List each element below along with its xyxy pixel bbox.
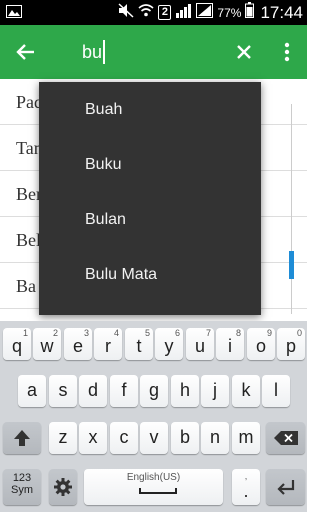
key-x[interactable]: x: [79, 422, 107, 454]
key-u[interactable]: 7u: [186, 328, 214, 360]
key-i[interactable]: 8i: [216, 328, 244, 360]
backspace-key[interactable]: [266, 422, 305, 454]
key-f[interactable]: f: [110, 375, 138, 407]
scroll-thumb[interactable]: [289, 251, 294, 279]
backspace-icon: [273, 429, 298, 449]
space-bar-icon: [139, 488, 177, 494]
arrow-left-icon[interactable]: [13, 39, 39, 65]
suggestion-dropdown: Buah Buku Bulan Bulu Mata: [39, 82, 261, 315]
clock: 17:44: [260, 2, 303, 22]
search-toolbar: [0, 25, 307, 79]
key-t[interactable]: 5t: [125, 328, 153, 360]
key-d[interactable]: d: [79, 375, 107, 407]
key-y[interactable]: 6y: [155, 328, 183, 360]
soft-keyboard: 1q 2w 3e 4r 5t 6y 7u 8i 9o 0p a s d f g …: [0, 321, 307, 512]
suggestion-item[interactable]: Buah: [39, 82, 261, 137]
shift-icon: [13, 430, 31, 451]
key-m[interactable]: m: [232, 422, 260, 454]
period-key[interactable]: , .: [232, 469, 260, 505]
key-j[interactable]: j: [201, 375, 229, 407]
key-k[interactable]: k: [232, 375, 260, 407]
key-r[interactable]: 4r: [94, 328, 122, 360]
enter-key[interactable]: [266, 469, 305, 505]
close-icon[interactable]: [231, 39, 257, 65]
signal-icon: [175, 3, 192, 23]
gear-icon: [53, 478, 73, 501]
sim-badge: 2: [158, 5, 172, 20]
symbols-key[interactable]: 123 Sym: [3, 469, 41, 505]
key-v[interactable]: v: [140, 422, 168, 454]
shift-key[interactable]: [3, 422, 41, 454]
suggestion-item[interactable]: Bulu Mata: [39, 247, 261, 302]
key-g[interactable]: g: [140, 375, 168, 407]
key-q[interactable]: 1q: [3, 328, 31, 360]
key-c[interactable]: c: [110, 422, 138, 454]
scroll-track: [291, 104, 292, 314]
key-p[interactable]: 0p: [277, 328, 305, 360]
wifi-icon: [138, 3, 154, 22]
status-bar: 2 77% 17:44: [0, 0, 307, 25]
battery-icon: [245, 2, 255, 23]
key-n[interactable]: n: [201, 422, 229, 454]
key-w[interactable]: 2w: [33, 328, 61, 360]
key-o[interactable]: 9o: [247, 328, 275, 360]
signal-icon-2: [196, 2, 214, 23]
image-icon: [6, 5, 22, 23]
key-e[interactable]: 3e: [64, 328, 92, 360]
suggestion-item[interactable]: Bulan: [39, 192, 261, 247]
more-vert-icon[interactable]: [280, 39, 294, 65]
space-key[interactable]: English(US): [84, 469, 223, 505]
key-b[interactable]: b: [171, 422, 199, 454]
key-a[interactable]: a: [18, 375, 46, 407]
key-s[interactable]: s: [49, 375, 77, 407]
text-cursor: [103, 40, 105, 64]
key-l[interactable]: l: [262, 375, 290, 407]
enter-icon: [276, 479, 296, 499]
suggestion-item[interactable]: Buku: [39, 137, 261, 192]
key-h[interactable]: h: [171, 375, 199, 407]
battery-percent: 77%: [217, 5, 242, 20]
mute-icon: [118, 2, 134, 23]
key-z[interactable]: z: [49, 422, 77, 454]
settings-key[interactable]: [49, 469, 77, 505]
